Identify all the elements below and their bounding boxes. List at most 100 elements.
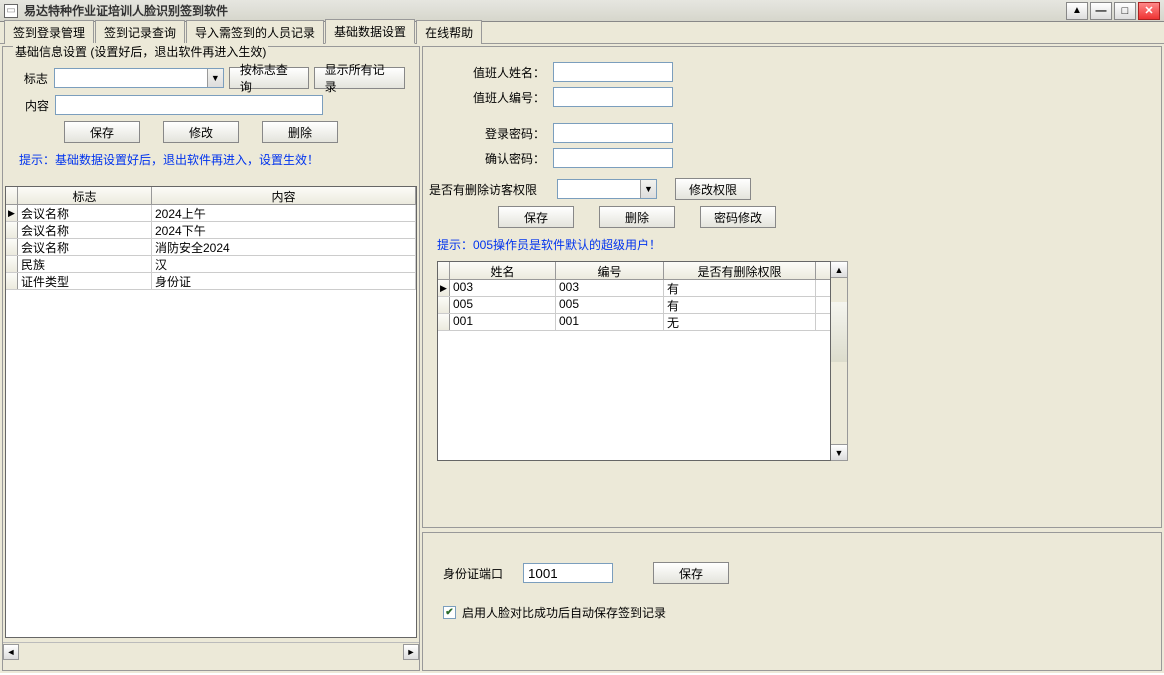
table-row[interactable]: ▶会议名称2024上午 bbox=[6, 205, 416, 222]
tab-bar: 签到登录管理 签到记录查询 导入需签到的人员记录 基础数据设置 在线帮助 bbox=[0, 22, 1164, 44]
row-indicator-header bbox=[438, 262, 450, 279]
col-header-name[interactable]: 姓名 bbox=[450, 262, 556, 279]
cell-content: 身份证 bbox=[152, 273, 416, 289]
search-by-mark-button[interactable]: 按标志查询 bbox=[229, 67, 309, 89]
group-title: 基础信息设置 (设置好后，退出软件再进入生效) bbox=[13, 43, 268, 60]
tab-import-personnel[interactable]: 导入需签到的人员记录 bbox=[186, 20, 324, 44]
auto-save-label: 启用人脸对比成功后自动保存签到记录 bbox=[462, 604, 666, 621]
delete-button[interactable]: 删除 bbox=[262, 121, 338, 143]
h-scrollbar[interactable]: ◄ ► bbox=[3, 642, 419, 660]
scroll-right-icon[interactable]: ► bbox=[403, 644, 419, 660]
label-mark: 标志 bbox=[17, 70, 48, 87]
restore-up-button[interactable]: ▲ bbox=[1066, 2, 1088, 20]
delete-perm-combo[interactable]: ▼ bbox=[557, 179, 657, 199]
label-duty-id: 值班人编号： bbox=[437, 89, 545, 106]
duty-id-input[interactable] bbox=[553, 87, 673, 107]
cell-mark: 会议名称 bbox=[18, 222, 152, 238]
table-row[interactable]: 会议名称2024下午 bbox=[6, 222, 416, 239]
row-indicator bbox=[438, 314, 450, 330]
tab-base-data-settings[interactable]: 基础数据设置 bbox=[325, 19, 415, 44]
cell-num: 001 bbox=[556, 314, 664, 330]
content-input[interactable] bbox=[55, 95, 323, 115]
base-info-group: 基础信息设置 (设置好后，退出软件再进入生效) 标志 ▼ 按标志查询 显示所有记… bbox=[7, 51, 415, 182]
cell-name: 003 bbox=[450, 280, 556, 296]
save-button[interactable]: 保存 bbox=[64, 121, 140, 143]
id-port-input[interactable] bbox=[523, 563, 613, 583]
mark-combo[interactable]: ▼ bbox=[54, 68, 224, 88]
row-indicator bbox=[6, 222, 18, 238]
v-scrollbar[interactable]: ▲ ▼ bbox=[831, 261, 848, 461]
chevron-down-icon[interactable]: ▼ bbox=[207, 69, 223, 87]
tab-record-query[interactable]: 签到记录查询 bbox=[95, 20, 185, 44]
label-confirm: 确认密码： bbox=[437, 150, 545, 167]
grid-header: 标志 内容 bbox=[6, 187, 416, 205]
cell-perm: 有 bbox=[664, 297, 816, 313]
operator-grid[interactable]: 姓名 编号 是否有删除权限 ▶003003有005005有001001无 bbox=[437, 261, 831, 461]
tab-online-help[interactable]: 在线帮助 bbox=[416, 20, 482, 44]
col-header-mark[interactable]: 标志 bbox=[18, 187, 152, 204]
cell-mark: 民族 bbox=[18, 256, 152, 272]
tab-login-manage[interactable]: 签到登录管理 bbox=[4, 20, 94, 44]
label-duty-name: 值班人姓名： bbox=[437, 64, 545, 81]
cell-content: 2024上午 bbox=[152, 205, 416, 221]
duty-name-input[interactable] bbox=[553, 62, 673, 82]
show-all-button[interactable]: 显示所有记录 bbox=[314, 67, 405, 89]
chevron-down-icon[interactable]: ▼ bbox=[640, 180, 656, 198]
label-password: 登录密码： bbox=[437, 125, 545, 142]
window-title: 易达特种作业证培训人脸识别签到软件 bbox=[24, 2, 1064, 19]
modify-perm-button[interactable]: 修改权限 bbox=[675, 178, 751, 200]
scroll-down-icon[interactable]: ▼ bbox=[831, 444, 847, 460]
table-row[interactable]: 民族汉 bbox=[6, 256, 416, 273]
table-row[interactable]: 001001无 bbox=[438, 314, 830, 331]
app-icon: ▭ bbox=[4, 4, 18, 18]
col-header-content[interactable]: 内容 bbox=[152, 187, 416, 204]
left-hint: 提示：基础数据设置好后，退出软件再进入，设置生效！ bbox=[19, 151, 403, 168]
row-indicator bbox=[438, 297, 450, 313]
base-data-grid[interactable]: 标志 内容 ▶会议名称2024上午会议名称2024下午会议名称消防安全2024民… bbox=[5, 186, 417, 638]
id-port-panel: 身份证端口 保存 ✔ 启用人脸对比成功后自动保存签到记录 bbox=[422, 532, 1162, 671]
auto-save-checkbox[interactable]: ✔ bbox=[443, 606, 456, 619]
cell-name: 001 bbox=[450, 314, 556, 330]
scroll-thumb[interactable] bbox=[831, 302, 847, 362]
maximize-button[interactable]: □ bbox=[1114, 2, 1136, 20]
operator-panel: 值班人姓名： 值班人编号： 登录密码： 确认密码： 是否有删除访客权限 ▼ bbox=[422, 46, 1162, 528]
cell-content: 2024下午 bbox=[152, 222, 416, 238]
password-modify-button[interactable]: 密码修改 bbox=[700, 206, 776, 228]
workarea: 基础信息设置 (设置好后，退出软件再进入生效) 标志 ▼ 按标志查询 显示所有记… bbox=[0, 44, 1164, 673]
label-id-port: 身份证端口 bbox=[443, 565, 515, 582]
cell-content: 消防安全2024 bbox=[152, 239, 416, 255]
row-indicator bbox=[6, 256, 18, 272]
scroll-left-icon[interactable]: ◄ bbox=[3, 644, 19, 660]
scroll-track[interactable] bbox=[19, 644, 403, 660]
cell-perm: 有 bbox=[664, 280, 816, 296]
table-row[interactable]: 证件类型身份证 bbox=[6, 273, 416, 290]
cell-mark: 证件类型 bbox=[18, 273, 152, 289]
row-indicator-header bbox=[6, 187, 18, 204]
label-content: 内容 bbox=[17, 97, 49, 114]
password-input[interactable] bbox=[553, 123, 673, 143]
operator-save-button[interactable]: 保存 bbox=[498, 206, 574, 228]
label-delete-perm: 是否有删除访客权限 bbox=[429, 181, 549, 198]
table-row[interactable]: ▶003003有 bbox=[438, 280, 830, 297]
table-row[interactable]: 会议名称消防安全2024 bbox=[6, 239, 416, 256]
close-button[interactable]: ✕ bbox=[1138, 2, 1160, 20]
confirm-password-input[interactable] bbox=[553, 148, 673, 168]
cell-content: 汉 bbox=[152, 256, 416, 272]
left-panel: 基础信息设置 (设置好后，退出软件再进入生效) 标志 ▼ 按标志查询 显示所有记… bbox=[2, 46, 420, 671]
cell-name: 005 bbox=[450, 297, 556, 313]
titlebar: ▭ 易达特种作业证培训人脸识别签到软件 ▲ — □ ✕ bbox=[0, 0, 1164, 22]
right-wrap: 值班人姓名： 值班人编号： 登录密码： 确认密码： 是否有删除访客权限 ▼ bbox=[422, 46, 1162, 671]
minimize-button[interactable]: — bbox=[1090, 2, 1112, 20]
table-row[interactable]: 005005有 bbox=[438, 297, 830, 314]
row-indicator: ▶ bbox=[6, 205, 18, 221]
cell-num: 005 bbox=[556, 297, 664, 313]
operator-grid-header: 姓名 编号 是否有删除权限 bbox=[438, 262, 830, 280]
scroll-up-icon[interactable]: ▲ bbox=[831, 262, 847, 278]
cell-mark: 会议名称 bbox=[18, 205, 152, 221]
modify-button[interactable]: 修改 bbox=[163, 121, 239, 143]
operator-delete-button[interactable]: 删除 bbox=[599, 206, 675, 228]
cell-mark: 会议名称 bbox=[18, 239, 152, 255]
col-header-num[interactable]: 编号 bbox=[556, 262, 664, 279]
col-header-perm[interactable]: 是否有删除权限 bbox=[664, 262, 816, 279]
port-save-button[interactable]: 保存 bbox=[653, 562, 729, 584]
